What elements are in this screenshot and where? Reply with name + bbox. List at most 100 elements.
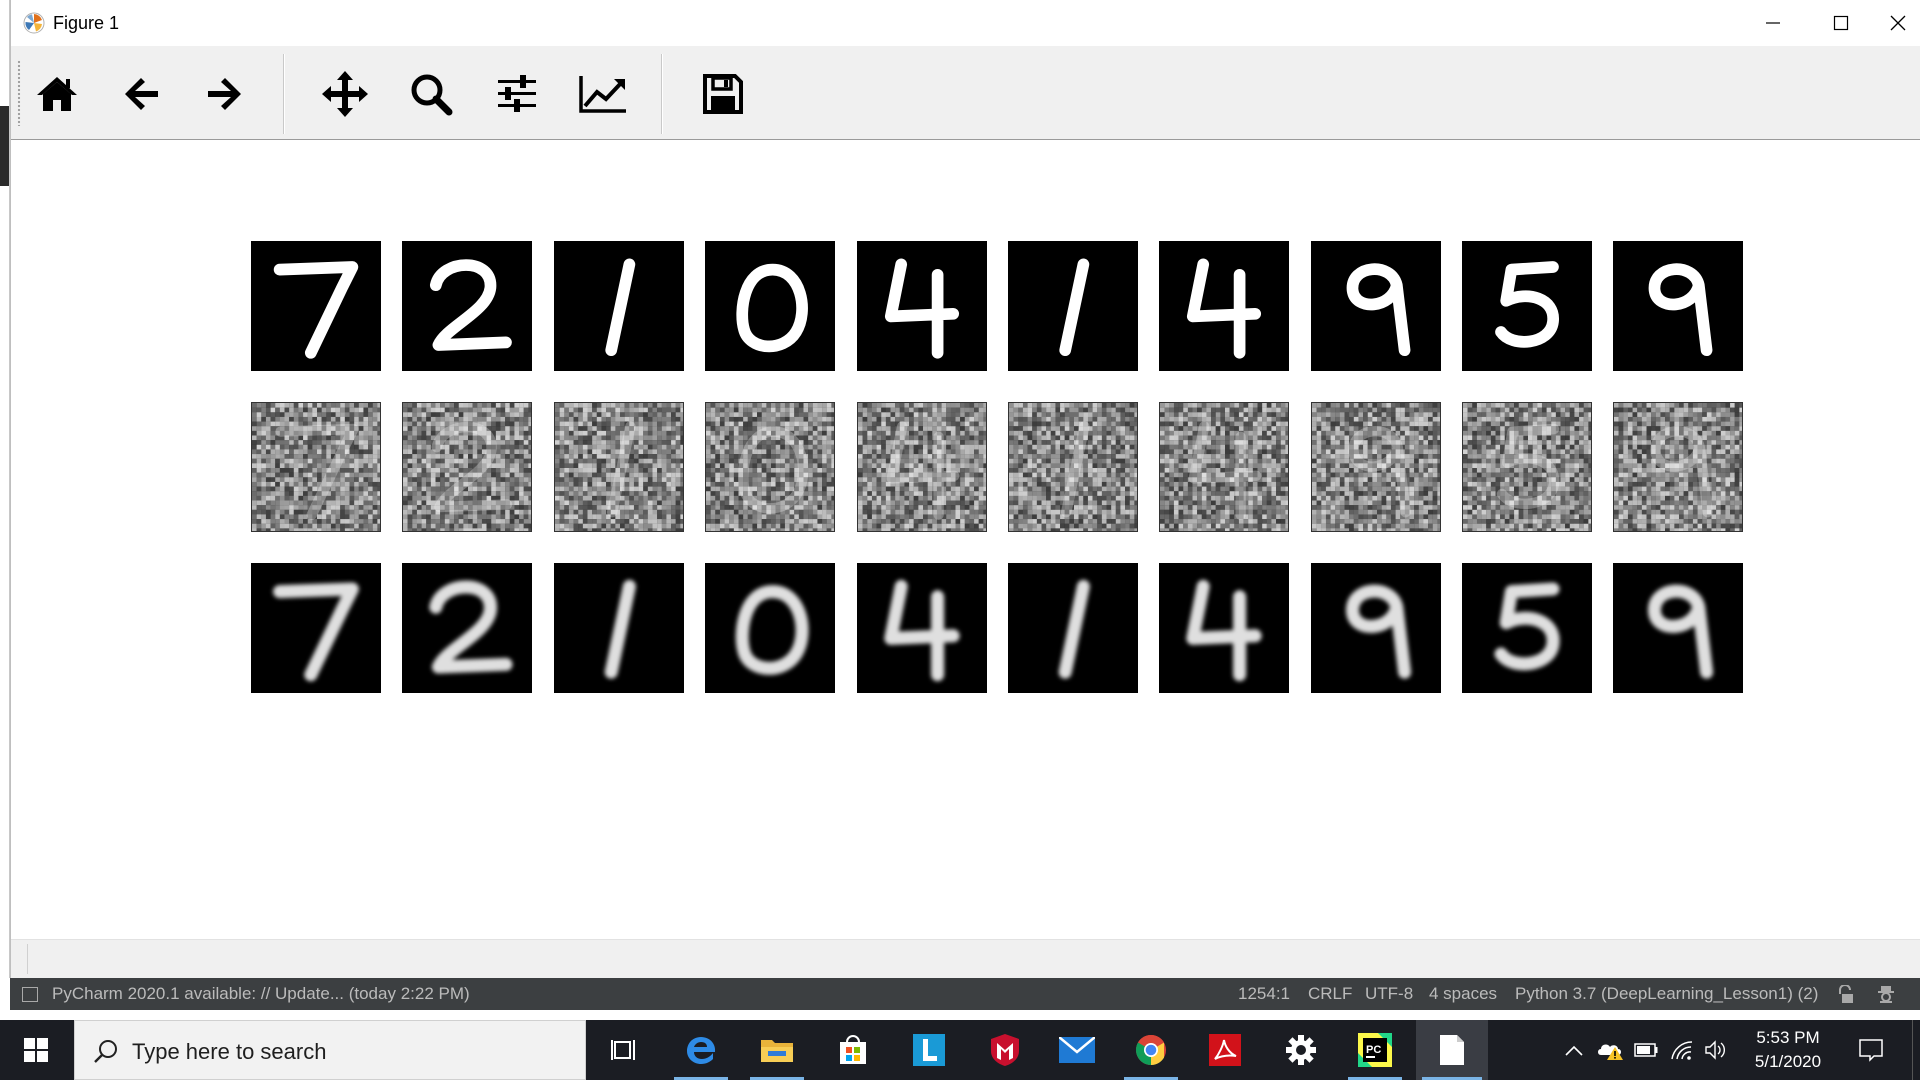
configure-subplots-button[interactable] <box>489 66 545 122</box>
original-digits-row <box>11 241 1920 371</box>
zoom-button[interactable] <box>403 66 459 122</box>
original-digit-image <box>1462 241 1592 371</box>
noisy-digit-image <box>554 402 684 532</box>
noisy-digit-image <box>1613 402 1743 532</box>
reconstructed-digit-image <box>1159 563 1289 693</box>
pycharm-icon: PC <box>1358 1033 1392 1067</box>
sliders-icon <box>498 75 536 112</box>
file-explorer-icon <box>761 1040 793 1062</box>
file-encoding[interactable]: UTF-8 <box>1365 984 1413 1004</box>
digit-4-drawing <box>1160 403 1288 531</box>
clock-date: 5/1/2020 <box>1754 1052 1822 1071</box>
maximize-icon <box>1833 15 1849 31</box>
reconstructed-digit-image <box>251 563 381 693</box>
acrobat-taskbar-button[interactable] <box>1192 1020 1258 1080</box>
noisy-digit-image <box>402 402 532 532</box>
reconstructed-digits-row <box>11 563 1920 693</box>
status-message[interactable]: PyCharm 2020.1 available: // Update... (… <box>52 984 470 1004</box>
notifications-button[interactable] <box>1846 1020 1896 1080</box>
title-bar[interactable]: Figure 1 <box>11 0 1920 46</box>
save-button[interactable] <box>695 66 751 122</box>
toolbar-grip[interactable] <box>17 60 21 126</box>
edge-taskbar-button[interactable] <box>668 1020 734 1080</box>
toolbar-separator <box>283 54 285 134</box>
hector-icon[interactable] <box>1876 984 1896 1004</box>
store-taskbar-button[interactable] <box>820 1020 886 1080</box>
noisy-digit-image <box>251 402 381 532</box>
windows-taskbar: Type here to search PC 5:53 PM 5/1/2020 <box>0 1020 1920 1080</box>
caret-position[interactable]: 1254:1 <box>1238 984 1290 1004</box>
digit-4-drawing <box>857 563 987 693</box>
battery-icon <box>1634 1043 1658 1057</box>
indent-setting[interactable]: 4 spaces <box>1429 984 1497 1004</box>
digit-9-drawing <box>1614 403 1742 531</box>
digit-1-drawing <box>555 403 683 531</box>
mail-taskbar-button[interactable] <box>1044 1020 1110 1080</box>
figure-bottom-strip <box>11 939 1920 978</box>
home-button[interactable] <box>29 66 85 122</box>
minimize-button[interactable] <box>1739 0 1807 46</box>
noisy-digits-row <box>11 402 1920 532</box>
figure-canvas[interactable] <box>11 141 1920 939</box>
chevron-up-icon <box>1565 1045 1583 1056</box>
onedrive-tray-button[interactable] <box>1594 1020 1628 1080</box>
file-explorer-taskbar-button[interactable] <box>744 1020 810 1080</box>
magnifier-icon <box>411 74 453 116</box>
task-view-icon <box>611 1040 635 1060</box>
edit-axes-button[interactable] <box>575 66 631 122</box>
original-digit-image <box>251 241 381 371</box>
mcafee-taskbar-button[interactable] <box>972 1020 1038 1080</box>
digit-9-drawing <box>1613 241 1743 371</box>
l-app-icon <box>913 1034 945 1066</box>
maximize-button[interactable] <box>1807 0 1875 46</box>
pan-button[interactable] <box>317 66 373 122</box>
taskbar-search-box[interactable]: Type here to search <box>74 1020 586 1080</box>
reconstructed-digit-image <box>554 563 684 693</box>
forward-button[interactable] <box>197 66 253 122</box>
digit-2-drawing <box>402 241 532 371</box>
edge-icon <box>687 1037 716 1064</box>
toolbar-separator <box>661 54 663 134</box>
task-view-button[interactable] <box>594 1020 654 1080</box>
reconstructed-digit-image <box>1613 563 1743 693</box>
volume-tray-button[interactable] <box>1700 1020 1732 1080</box>
reconstructed-digit-image <box>705 563 835 693</box>
line-separator[interactable]: CRLF <box>1308 984 1352 1004</box>
show-hidden-icons-button[interactable] <box>1558 1020 1590 1080</box>
digit-9-drawing <box>1613 563 1743 693</box>
store-icon <box>840 1035 866 1064</box>
window-title: Figure 1 <box>53 13 120 33</box>
matplotlib-logo-icon <box>23 12 45 34</box>
notepad-taskbar-button[interactable] <box>1416 1020 1488 1080</box>
l-app-taskbar-button[interactable] <box>896 1020 962 1080</box>
digit-4-drawing <box>858 403 986 531</box>
pycharm-taskbar-button[interactable]: PC <box>1342 1020 1408 1080</box>
settings-taskbar-button[interactable] <box>1268 1020 1334 1080</box>
search-placeholder: Type here to search <box>132 1039 327 1064</box>
python-interpreter[interactable]: Python 3.7 (DeepLearning_Lesson1) (2) <box>1515 984 1818 1004</box>
digit-4-drawing <box>1159 241 1289 371</box>
digit-9-drawing <box>1311 563 1441 693</box>
digit-7-drawing <box>251 563 381 693</box>
digit-7-drawing <box>252 403 380 531</box>
background-window-edge <box>0 0 10 978</box>
back-button[interactable] <box>113 66 169 122</box>
close-button[interactable] <box>1875 0 1920 46</box>
digit-5-drawing <box>1462 563 1592 693</box>
tool-window-toggle-icon[interactable] <box>22 987 38 1002</box>
lock-icon[interactable] <box>1836 985 1854 1005</box>
original-digit-image <box>857 241 987 371</box>
battery-tray-button[interactable] <box>1630 1020 1662 1080</box>
wifi-tray-button[interactable] <box>1666 1020 1698 1080</box>
chrome-taskbar-button[interactable] <box>1118 1020 1184 1080</box>
mcafee-icon <box>991 1034 1019 1066</box>
show-desktop-button[interactable] <box>1912 1020 1920 1080</box>
original-digit-image <box>1613 241 1743 371</box>
digit-1-drawing <box>554 563 684 693</box>
volume-icon <box>1705 1040 1725 1060</box>
original-digit-image <box>1311 241 1441 371</box>
reconstructed-digit-image <box>857 563 987 693</box>
digit-0-drawing <box>705 563 835 693</box>
clock-button[interactable]: 5:53 PM 5/1/2020 <box>1738 1020 1838 1080</box>
start-button[interactable] <box>0 1020 72 1080</box>
